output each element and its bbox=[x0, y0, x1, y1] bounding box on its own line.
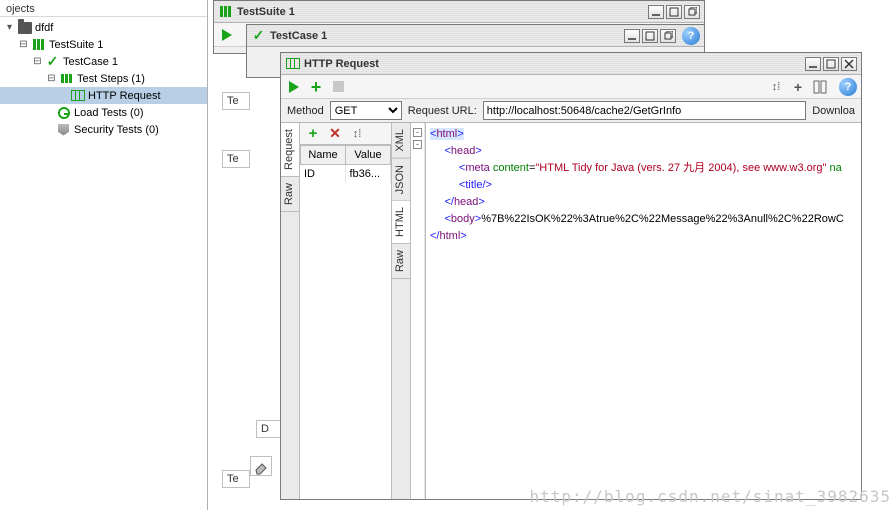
fold-icon[interactable]: - bbox=[413, 128, 422, 137]
collapse-icon[interactable]: ⊟ bbox=[32, 56, 43, 67]
check-icon: ✓ bbox=[251, 28, 266, 43]
folder-label: dfdf bbox=[35, 22, 53, 34]
expand-icon[interactable]: ▾ bbox=[4, 22, 15, 33]
tree-folder[interactable]: ▾ dfdf bbox=[0, 19, 207, 36]
help-button[interactable]: ? bbox=[839, 78, 857, 96]
method-select[interactable]: GET bbox=[330, 101, 402, 120]
minimize-button[interactable] bbox=[805, 57, 821, 71]
collapse-icon[interactable]: ⊟ bbox=[18, 39, 29, 50]
reorder-button[interactable]: ↕⁞ bbox=[348, 125, 366, 143]
split-icon[interactable] bbox=[811, 78, 829, 96]
window-title: HTTP Request bbox=[304, 58, 805, 70]
minimize-button[interactable] bbox=[648, 5, 664, 19]
load-icon bbox=[56, 105, 71, 120]
method-label: Method bbox=[287, 105, 324, 117]
tab-raw-req[interactable]: Raw bbox=[281, 177, 299, 212]
window-title: TestSuite 1 bbox=[237, 6, 648, 18]
titlebar-http[interactable]: HTTP Request bbox=[281, 53, 861, 75]
tree-testsuite[interactable]: ⊟ TestSuite 1 bbox=[0, 36, 207, 53]
restore-button[interactable] bbox=[684, 5, 700, 19]
maximize-button[interactable] bbox=[642, 29, 658, 43]
tree-http-request[interactable]: HTTP Request bbox=[0, 87, 207, 104]
project-tree: ▾ dfdf ⊟ TestSuite 1 ⊟ ✓ TestCase 1 ⊟ Te… bbox=[0, 17, 207, 140]
shield-icon bbox=[56, 122, 71, 137]
window-title: TestCase 1 bbox=[270, 30, 624, 42]
add-button[interactable]: + bbox=[307, 78, 325, 96]
response-pane: - - <html> <head> <meta content="HTML Ti… bbox=[411, 123, 861, 499]
cell-value: fb36... bbox=[346, 165, 392, 183]
sort-icon[interactable]: ↕⁞ bbox=[767, 78, 785, 96]
window-http-request: HTTP Request + ↕⁞ + ? Method GET Request… bbox=[280, 52, 862, 500]
minimize-button[interactable] bbox=[624, 29, 640, 43]
response-text[interactable]: <html> <head> <meta content="HTML Tidy f… bbox=[425, 123, 861, 499]
suite-label: TestSuite 1 bbox=[49, 39, 103, 51]
params-pane: + ✕ ↕⁞ Name Value ID fb36... bbox=[300, 123, 392, 499]
tab-xml[interactable]: XML bbox=[392, 123, 410, 159]
tree-loadtests[interactable]: Load Tests (0) bbox=[0, 104, 207, 121]
tree-testcase[interactable]: ⊟ ✓ TestCase 1 bbox=[0, 53, 207, 70]
stop-button[interactable] bbox=[329, 78, 347, 96]
collapse-icon[interactable]: ⊟ bbox=[46, 73, 57, 84]
tab-html[interactable]: HTML bbox=[392, 201, 410, 244]
maximize-button[interactable] bbox=[666, 5, 682, 19]
add-param-button[interactable]: + bbox=[304, 125, 322, 143]
request-area: Request Raw + ✕ ↕⁞ Name Value ID bbox=[281, 123, 861, 499]
testcase-label: TestCase 1 bbox=[63, 56, 118, 68]
url-row: Method GET Request URL: Downloa bbox=[281, 99, 861, 123]
add-assertion-button[interactable]: + bbox=[789, 78, 807, 96]
table-row[interactable]: ID fb36... bbox=[300, 165, 391, 183]
tab-json[interactable]: JSON bbox=[392, 159, 410, 201]
maximize-button[interactable] bbox=[823, 57, 839, 71]
toolbar-http: + ↕⁞ + ? bbox=[281, 75, 861, 99]
titlebar-testcase[interactable]: ✓ TestCase 1 ? bbox=[247, 25, 704, 47]
cell-name: ID bbox=[300, 165, 346, 183]
restore-button[interactable] bbox=[660, 29, 676, 43]
url-input[interactable] bbox=[483, 101, 806, 120]
testsuite-icon bbox=[218, 4, 233, 19]
col-value[interactable]: Value bbox=[346, 145, 391, 165]
peek-te2: Te bbox=[222, 470, 250, 488]
loadtests-label: Load Tests (0) bbox=[74, 107, 144, 119]
close-button[interactable] bbox=[841, 57, 857, 71]
projects-panel: ojects ▾ dfdf ⊟ TestSuite 1 ⊟ ✓ TestCase… bbox=[0, 0, 208, 510]
tree-securitytests[interactable]: Security Tests (0) bbox=[0, 121, 207, 138]
params-table: Name Value ID fb36... bbox=[300, 145, 391, 499]
tree-teststeps[interactable]: ⊟ Test Steps (1) bbox=[0, 70, 207, 87]
tab-raw-resp[interactable]: Raw bbox=[392, 244, 410, 279]
col-name[interactable]: Name bbox=[300, 145, 346, 165]
request-side-tabs: Request Raw bbox=[281, 123, 300, 499]
params-toolbar: + ✕ ↕⁞ bbox=[300, 123, 391, 145]
run-button[interactable] bbox=[285, 78, 303, 96]
response-side-tabs: XML JSON HTML Raw bbox=[392, 123, 411, 499]
peek-te: Te bbox=[222, 150, 250, 168]
projects-header: ojects bbox=[0, 0, 207, 17]
fold-icon[interactable]: - bbox=[413, 140, 422, 149]
http-icon bbox=[70, 88, 85, 103]
peek-tc: Te bbox=[222, 92, 250, 110]
url-label: Request URL: bbox=[408, 105, 477, 117]
fold-gutter: - - bbox=[411, 123, 425, 499]
run-button[interactable] bbox=[218, 26, 236, 44]
http-icon bbox=[285, 56, 300, 71]
folder-icon bbox=[17, 20, 32, 35]
delete-param-button[interactable]: ✕ bbox=[326, 125, 344, 143]
http-step-label: HTTP Request bbox=[88, 90, 161, 102]
tab-request[interactable]: Request bbox=[281, 123, 299, 177]
steps-label: Test Steps (1) bbox=[77, 73, 145, 85]
testsuite-icon bbox=[31, 37, 46, 52]
download-label: Downloa bbox=[812, 105, 855, 117]
check-icon: ✓ bbox=[45, 54, 60, 69]
eraser-icon[interactable] bbox=[250, 456, 272, 476]
help-button[interactable]: ? bbox=[682, 27, 700, 45]
securitytests-label: Security Tests (0) bbox=[74, 124, 159, 136]
steps-icon bbox=[59, 71, 74, 86]
titlebar-testsuite[interactable]: TestSuite 1 bbox=[214, 1, 704, 23]
